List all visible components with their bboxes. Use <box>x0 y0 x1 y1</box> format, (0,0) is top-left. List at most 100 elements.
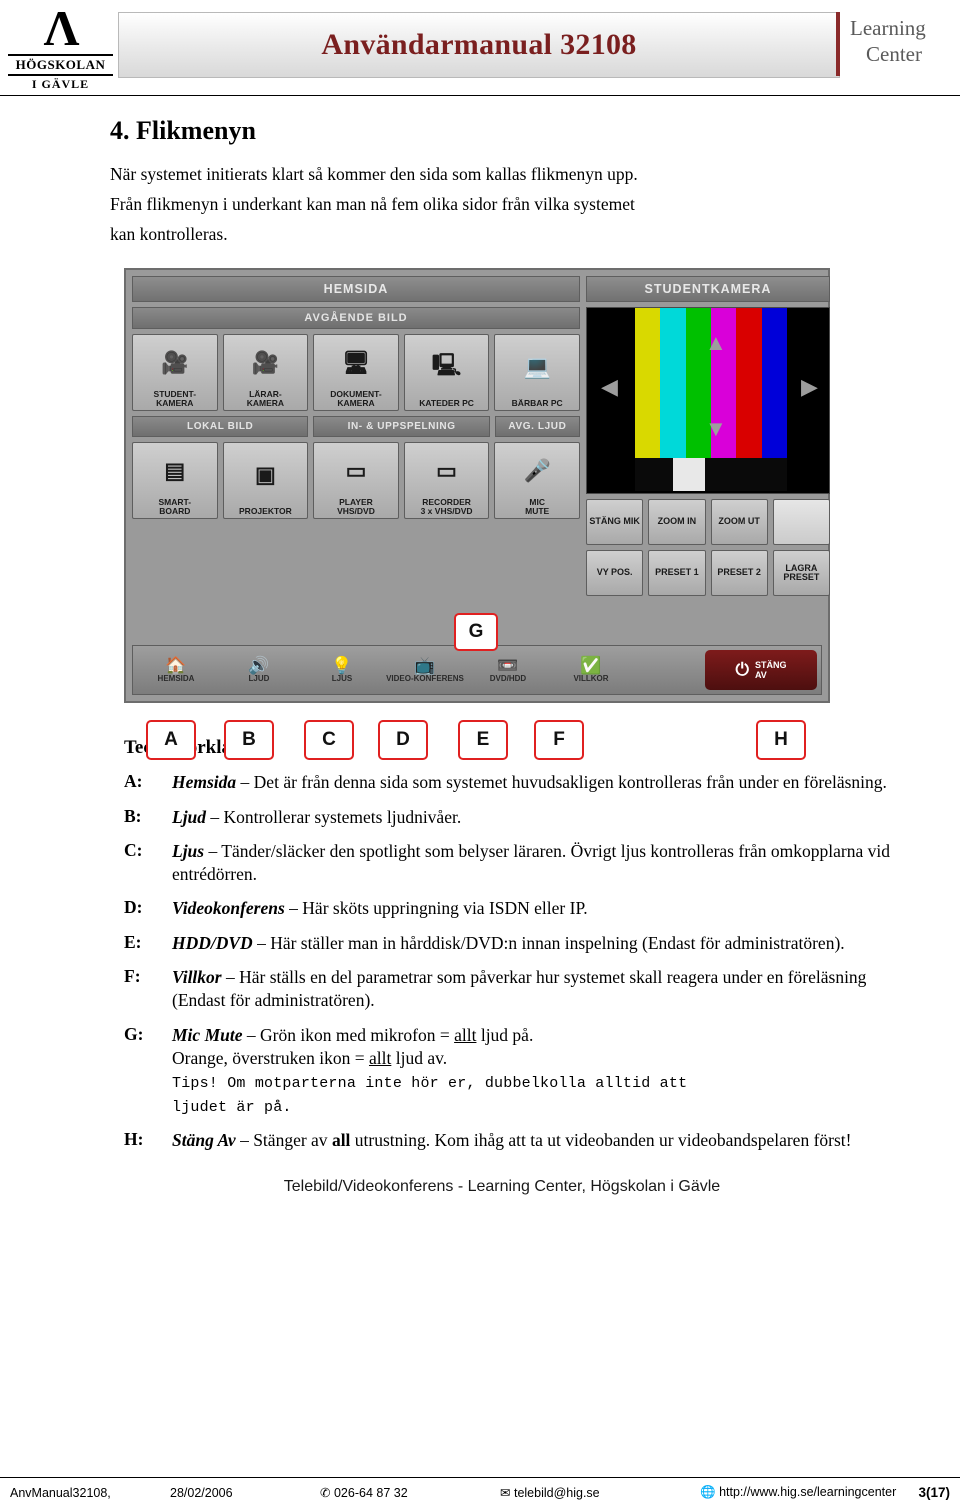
panel-subheader-outgoing: AVGÅENDE BILD <box>132 307 580 330</box>
document-title-bar: Användarmanual 32108 <box>118 12 840 78</box>
tab-ljud[interactable]: 🔊 LJUD <box>220 650 298 690</box>
legend-key: F: <box>124 966 141 987</box>
source-label-line1: KATEDER PC <box>419 397 474 408</box>
tilt-down-icon[interactable]: ▼ <box>705 416 727 442</box>
source-label-line2: KAMERA <box>337 397 375 408</box>
tab-villkor[interactable]: ✅ VILLKOR <box>552 650 630 690</box>
source-label-line1: BÄRBAR PC <box>511 397 563 408</box>
camera-icon: 🎥 <box>251 349 280 375</box>
camera-preview: ▲ ▼ ◀ ▶ <box>586 307 830 495</box>
footer-phone-group: ✆ 026-64 87 32 <box>320 1485 500 1500</box>
tab-dvd-hdd[interactable]: 📼 DVD/HDD <box>469 650 547 690</box>
lightbulb-icon: 💡 <box>331 656 353 676</box>
footer-phone: 026-64 87 32 <box>333 1486 408 1500</box>
legend-text: Mic Mute – Grön ikon med mikrofon = allt… <box>172 1024 687 1118</box>
tab-label: HEMSIDA <box>157 674 195 684</box>
tab-hemsida[interactable]: 🏠 HEMSIDA <box>137 650 215 690</box>
camera-button-preset-1[interactable]: PRESET 1 <box>648 550 706 597</box>
learning-center-line1: Learning <box>850 16 926 40</box>
local-button-smartboard[interactable]: ▤ SMART- BOARD <box>132 442 218 520</box>
legend-text: Ljud – Kontrollerar systemets ljudnivåer… <box>172 806 461 829</box>
footer-url-group[interactable]: 🌐 http://www.hig.se/learningcenter <box>700 1485 918 1500</box>
camera-button-mute-mic[interactable]: STÄNG MIK <box>586 499 644 546</box>
checkmark-icon: ✅ <box>580 656 602 676</box>
callout-letter-f: F <box>534 720 584 761</box>
source-button-student-camera[interactable]: 🎥 STUDENT- KAMERA <box>132 334 218 412</box>
legend-key: B: <box>124 805 142 826</box>
videoconference-icon: 📺 <box>414 656 436 676</box>
legend-item-h: H: Stäng Av – Stänger av all utrustning.… <box>124 1129 894 1152</box>
callout-letter-a: A <box>146 720 196 761</box>
dvd-icon: 📼 <box>497 656 519 676</box>
intro-line-1: När systemet initierats klart så kommer … <box>110 164 638 184</box>
tab-label: DVD/HDD <box>489 674 527 684</box>
callout-letter-h: H <box>756 720 806 761</box>
source-button-teacher-camera[interactable]: 🎥 LÄRAR- KAMERA <box>222 334 309 412</box>
local-button-player[interactable]: ▭ PLAYER VHS/DVD <box>313 442 399 520</box>
tilt-up-icon[interactable]: ▲ <box>705 330 727 356</box>
panel-tab-hemsida[interactable]: HEMSIDA <box>132 276 580 303</box>
camera-button-zoom-in[interactable]: ZOOM IN <box>648 499 706 546</box>
legend-tips-line1: Tips! Om motparterna inte hör er, dubbel… <box>172 1075 688 1093</box>
camera-control-row-2: VY POS. PRESET 1 PRESET 2 LAGRA PRESET <box>586 550 830 597</box>
tab-videokonferens[interactable]: 📺 VIDEO-KONFERENS <box>386 650 464 690</box>
legend-description-post: utrustning. Kom ihåg att ta ut videoband… <box>350 1129 852 1150</box>
source-label-line2: KAMERA <box>156 397 194 408</box>
document-camera-icon: 🖥 <box>342 349 370 375</box>
camera-button-view-position[interactable]: VY POS. <box>586 550 644 597</box>
callout-letter-b: B <box>224 720 274 761</box>
panel-tab-studentkamera[interactable]: STUDENTKAMERA <box>586 276 830 303</box>
local-button-projector[interactable]: ▣ PROJEKTOR <box>222 442 309 520</box>
legend-description-mid: ljud på. <box>476 1024 534 1045</box>
tab-label: VIDEO-KONFERENS <box>386 674 464 684</box>
legend-key: H: <box>124 1128 144 1149</box>
footer-date: 28/02/2006 <box>170 1485 233 1500</box>
source-button-kateder-pc[interactable]: 🖳 KATEDER PC <box>403 334 490 412</box>
callout-letter-e: E <box>458 720 508 761</box>
local-button-recorder[interactable]: ▭ RECORDER 3 x VHS/DVD <box>403 442 490 520</box>
footer-email-group[interactable]: ✉ telebild@hig.se <box>500 1485 700 1500</box>
power-off-label-line1: STÄNG <box>754 660 787 671</box>
source-button-document-camera[interactable]: 🖥 DOKUMENT- KAMERA <box>313 334 399 412</box>
camera-button-preset-2[interactable]: PRESET 2 <box>710 550 768 597</box>
tab-label: VILLKOR <box>573 674 609 684</box>
power-off-button[interactable]: ⏻ STÄNG AV <box>705 650 817 691</box>
smartboard-icon: ▤ <box>164 457 186 483</box>
tab-label: LJUS <box>331 674 353 684</box>
pan-left-icon[interactable]: ◀ <box>601 374 618 400</box>
legend-text: HDD/DVD – Här ställer man in hårddisk/DV… <box>172 932 845 955</box>
legend-description: – Det är från denna sida som systemet hu… <box>236 772 887 793</box>
legend-term: Hemsida <box>172 772 237 793</box>
power-off-label-line2: AV <box>754 670 767 681</box>
legend-section: Teckenförklaring: A: Hemsida – Det är fr… <box>124 737 894 1152</box>
learning-center-line2: Center <box>866 42 922 66</box>
camera-control-row-1: STÄNG MIK ZOOM IN ZOOM UT <box>586 499 830 546</box>
tab-label: LJUD <box>248 674 270 684</box>
camera-button-blank[interactable] <box>772 499 830 546</box>
pan-right-icon[interactable]: ▶ <box>801 374 818 400</box>
speaker-icon: 🔊 <box>248 656 270 676</box>
globe-icon: 🌐 <box>700 1485 716 1499</box>
learning-center-logo: Learning Center <box>836 6 948 86</box>
panel-subheader-inrec: IN- & UPPSPELNING <box>313 416 490 438</box>
local-label-line2: BOARD <box>159 505 191 516</box>
legend-item-f: F: Villkor – Här ställs en del parametra… <box>124 966 894 1013</box>
local-button-mic-mute[interactable]: 🎤 MIC MUTE <box>494 442 580 520</box>
panel-subheader-local: LOKAL BILD <box>132 416 309 438</box>
colorbars-bottom <box>635 458 787 492</box>
legend-description-pre: – Stänger av <box>235 1129 332 1150</box>
camera-button-zoom-out[interactable]: ZOOM UT <box>710 499 768 546</box>
legend-key: C: <box>124 839 143 860</box>
legend-description: – Här sköts uppringning via ISDN eller I… <box>284 898 588 919</box>
callout-letter-c: C <box>304 720 354 761</box>
source-button-laptop-pc[interactable]: 💻 BÄRBAR PC <box>494 334 580 412</box>
section-heading: 4. Flikmenyn <box>110 116 256 145</box>
legend-item-b: B: Ljud – Kontrollerar systemets ljudniv… <box>124 806 894 829</box>
page-content: 4. Flikmenyn När systemet initierats kla… <box>0 96 960 1196</box>
camera-button-store-preset[interactable]: LAGRA PRESET <box>772 550 830 597</box>
university-name: HÖGSKOLAN <box>8 54 113 76</box>
tab-ljus[interactable]: 💡 LJUS <box>303 650 381 690</box>
projector-icon: ▣ <box>254 461 276 487</box>
legend-text: Villkor – Här ställs en del parametrar s… <box>172 966 894 1013</box>
legend-description-pre: – Grön ikon med mikrofon = <box>242 1024 455 1045</box>
